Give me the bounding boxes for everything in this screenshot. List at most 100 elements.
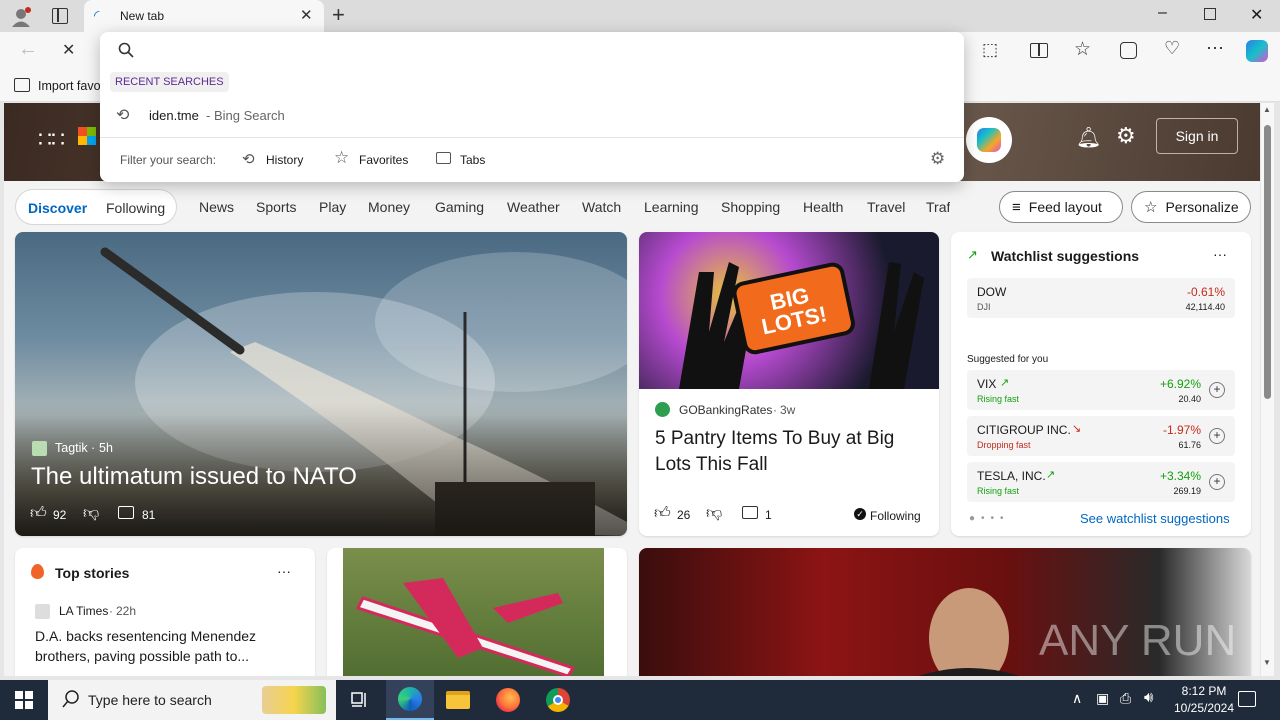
settings-more-icon[interactable]: ⋯	[1206, 38, 1224, 59]
article2-dislike-icon[interactable]: 👎︎	[706, 504, 722, 523]
profile-icon[interactable]	[10, 6, 32, 28]
start-button[interactable]	[0, 680, 48, 720]
filter-tabs-label: Tabs	[460, 153, 486, 167]
recent-search-item[interactable]: ⟲ iden.tme - Bing Search	[100, 102, 964, 128]
stock-row-vix[interactable]: VIX ↗ Rising fast +6.92% 20.40 +	[967, 370, 1235, 410]
address-input[interactable]	[140, 36, 940, 64]
copilot-icon[interactable]	[1246, 40, 1268, 62]
new-tab-button[interactable]: +	[332, 2, 345, 28]
nav-learning[interactable]: Learning	[644, 199, 699, 215]
scrollbar-thumb[interactable]	[1264, 125, 1271, 399]
notification-center-icon[interactable]	[1238, 691, 1256, 707]
firefox-icon[interactable]	[484, 680, 532, 720]
hero-source-logo	[32, 441, 47, 456]
nav-shopping[interactable]: Shopping	[721, 199, 780, 215]
sign-in-button[interactable]: Sign in	[1156, 118, 1238, 154]
file-explorer-icon[interactable]	[434, 680, 482, 720]
clock-date[interactable]: 10/25/2024	[1164, 701, 1244, 715]
collections-icon[interactable]	[1120, 42, 1137, 59]
nav-sports[interactable]: Sports	[256, 199, 296, 215]
stock-row-tesla[interactable]: TESLA, INC. ↗ Rising fast +3.34% 269.19 …	[967, 462, 1235, 502]
dow-name: DOW	[977, 285, 1007, 299]
tab-actions-icon[interactable]	[52, 8, 68, 24]
nav-money[interactable]: Money	[368, 199, 410, 215]
nav-weather[interactable]: Weather	[507, 199, 560, 215]
article2-like-icon[interactable]: 👍︎	[654, 504, 671, 523]
taskbar-search-box[interactable]: Type here to search	[48, 680, 336, 720]
search-highlight-image	[262, 686, 326, 714]
story-headline[interactable]: D.A. backs resentencing Menendez brother…	[35, 626, 285, 666]
hero-dislike-icon[interactable]: 👎︎	[83, 504, 99, 523]
back-arrow-icon[interactable]: ←	[18, 38, 38, 61]
hero-dot: ·	[91, 441, 96, 455]
article2-title[interactable]: 5 Pantry Items To Buy at Big Lots This F…	[655, 426, 927, 478]
taskbar-search-icon	[62, 690, 80, 711]
close-tab-icon[interactable]: ✕	[300, 6, 313, 24]
stock-row-citigroup[interactable]: CITIGROUP INC. ↘ Dropping fast -1.97% 61…	[967, 416, 1235, 456]
loading-icon: ◜	[94, 7, 100, 23]
page-settings-gear-icon[interactable]: ⚙	[1116, 123, 1136, 149]
personalize-button[interactable]: ☆ Personalize	[1131, 191, 1251, 223]
vertical-scrollbar[interactable]: ▲ ▼	[1261, 103, 1274, 676]
top-stories-more-icon[interactable]: ···	[277, 563, 291, 579]
article2-comment-icon[interactable]	[742, 506, 758, 519]
nav-news[interactable]: News	[199, 199, 234, 215]
top-stories-fire-icon	[31, 564, 44, 579]
hero-comment-icon[interactable]	[118, 506, 134, 519]
watchlist-more-icon[interactable]: ···	[1213, 246, 1227, 262]
nav-traffic[interactable]: Traf	[926, 199, 950, 215]
nav-health[interactable]: Health	[803, 199, 843, 215]
rc-plane-article-card[interactable]	[327, 548, 627, 676]
network-icon[interactable]: ⎙	[1120, 690, 1131, 707]
nav-watch[interactable]: Watch	[582, 199, 621, 215]
chrome-icon[interactable]	[534, 680, 582, 720]
article2-following[interactable]: Following	[870, 509, 921, 523]
video-article-card[interactable]: ANY RUN	[639, 548, 1251, 676]
hero-source[interactable]: Tagtik	[55, 441, 88, 455]
restore-button[interactable]	[1204, 8, 1216, 20]
tab-bar: ◜ New tab ✕ + – ✕	[0, 0, 1280, 32]
import-favorites-link[interactable]: Import favo	[38, 79, 101, 93]
add-to-watchlist-icon[interactable]: +	[1209, 428, 1225, 444]
feed-layout-button[interactable]: ≡ Feed layout	[999, 191, 1123, 223]
hero-title[interactable]: The ultimatum issued to NATO	[31, 463, 357, 491]
nav-play[interactable]: Play	[319, 199, 346, 215]
apps-grid-icon[interactable]: ∷∷	[38, 127, 65, 153]
browser-essentials-icon[interactable]: ♡	[1164, 38, 1180, 59]
favorites-star-icon[interactable]: ☆	[1074, 38, 1091, 61]
watchlist-card: ↗ Watchlist suggestions ··· DOW DJI -0.6…	[951, 232, 1251, 536]
notifications-bell-icon[interactable]: 🔔︎	[1076, 125, 1101, 150]
see-watchlist-link[interactable]: See watchlist suggestions	[1080, 511, 1230, 526]
hero-article-card[interactable]: Tagtik · 5h The ultimatum issued to NATO…	[15, 232, 627, 536]
clock-time[interactable]: 8:12 PM	[1174, 684, 1234, 698]
dow-row[interactable]: DOW DJI -0.61% 42,114.40	[967, 278, 1235, 318]
add-to-watchlist-icon[interactable]: +	[1209, 474, 1225, 490]
close-window-button[interactable]: ✕	[1250, 5, 1263, 25]
add-to-watchlist-icon[interactable]: +	[1209, 382, 1225, 398]
story-source[interactable]: LA Times	[59, 604, 108, 618]
nav-travel[interactable]: Travel	[867, 199, 905, 215]
hero-like-icon[interactable]: 👍︎	[30, 504, 47, 523]
article2-age: 3w	[780, 403, 796, 417]
scroll-up-icon[interactable]: ▲	[1263, 105, 1271, 114]
article2-source[interactable]: GOBankingRates	[679, 403, 772, 417]
tab-new-tab[interactable]: ◜ New tab ✕	[84, 0, 324, 32]
split-screen-icon[interactable]	[1030, 43, 1048, 58]
search-settings-gear-icon[interactable]: ⚙	[930, 149, 945, 169]
carousel-dots[interactable]: ●•••	[969, 513, 1010, 524]
device-icon[interactable]: ▣	[1096, 690, 1109, 707]
minimize-button[interactable]: –	[1158, 4, 1167, 22]
scroll-down-icon[interactable]: ▼	[1263, 658, 1271, 667]
volume-icon[interactable]: 🔊︎	[1144, 689, 1153, 706]
tab-discover[interactable]: Discover	[28, 200, 87, 216]
show-hidden-icons-chevron-icon[interactable]: ∧	[1072, 690, 1082, 707]
tab-following[interactable]: Following	[106, 200, 165, 216]
task-view-icon[interactable]	[336, 680, 384, 720]
stop-loading-icon[interactable]: ✕	[62, 40, 75, 60]
personalize-label: Personalize	[1165, 199, 1239, 215]
copilot-header-icon[interactable]	[966, 117, 1012, 163]
extensions-icon[interactable]: ⬚	[982, 40, 998, 60]
nav-gaming[interactable]: Gaming	[435, 199, 484, 215]
big-lots-article-card[interactable]: BIG LOTS! GOBankingRates · 3w 5 Pantry I…	[639, 232, 939, 536]
edge-taskbar-icon[interactable]	[386, 680, 434, 720]
